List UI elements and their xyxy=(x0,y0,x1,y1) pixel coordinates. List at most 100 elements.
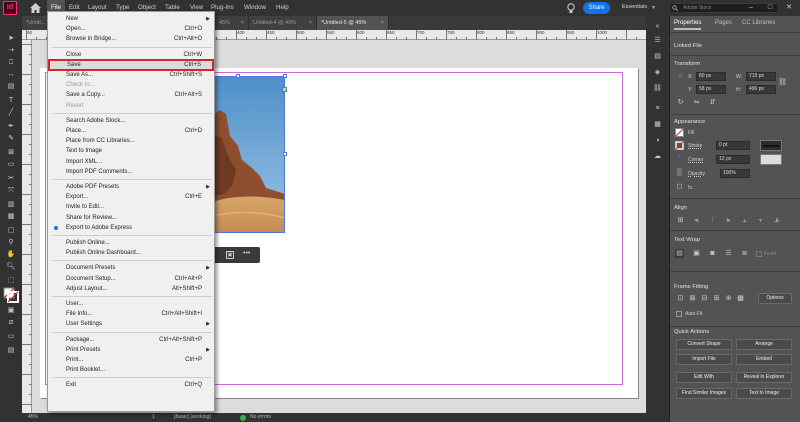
tab-untitled-3[interactable]: 45% × xyxy=(215,16,249,30)
menu-item-browse-in-bridge[interactable]: Browse in Bridge... Ctrl+Alt+O xyxy=(48,34,214,44)
frame-fit-icon[interactable]: ▣ xyxy=(226,251,234,259)
arrange-button[interactable]: Arrange xyxy=(736,339,792,350)
fit-frame-to-content-icon[interactable]: ⊟ xyxy=(700,294,709,303)
close-icon[interactable]: × xyxy=(381,16,384,30)
menu-item-text-to-image[interactable]: Text to Image xyxy=(48,146,214,156)
opacity-label[interactable]: Opacity xyxy=(688,171,705,177)
default-fill-stroke-icon[interactable]: ⬚ xyxy=(5,276,17,285)
constrain-proportions-icon[interactable]: ⛓ xyxy=(778,78,787,87)
menu-item-package[interactable]: Package... Ctrl+Alt+Shift+P xyxy=(48,335,214,345)
maximize-icon[interactable]: □ xyxy=(763,0,777,16)
menu-item-save-a-copy[interactable]: Save a Copy... Ctrl+Alt+S xyxy=(48,90,214,100)
close-icon[interactable]: × xyxy=(241,16,244,30)
menu-item-open[interactable]: Open... Ctrl+O xyxy=(48,24,214,34)
no-wrap-icon[interactable]: ▤ xyxy=(675,249,684,258)
more-options-icon[interactable]: ••• xyxy=(243,250,250,257)
import-file-button[interactable]: Import File xyxy=(676,354,732,365)
scissors-tool-icon[interactable]: ✂ xyxy=(5,174,17,183)
menu-item-file-info[interactable]: File Info... Ctrl+Alt+Shift+I xyxy=(48,309,214,319)
fill-none-icon[interactable] xyxy=(675,128,684,137)
menu-item-adjust-layout[interactable]: Adjust Layout... Alt+Shift+P xyxy=(48,284,214,294)
jump-next-column-icon[interactable]: ≣ xyxy=(740,249,749,258)
stroke-none-icon[interactable] xyxy=(675,141,684,150)
pages-panel-icon[interactable]: ▤ xyxy=(653,52,662,61)
x-field[interactable]: 80 px xyxy=(696,72,726,81)
tab-untitled-4[interactable]: Untitled-4 @ 45% × xyxy=(249,16,317,30)
menu-help[interactable]: Help xyxy=(276,0,289,16)
align-center-icon[interactable]: ⫶ xyxy=(708,216,717,225)
wrap-object-shape-icon[interactable]: ◙ xyxy=(708,249,717,258)
embed-button[interactable]: Embed xyxy=(736,354,792,365)
menu-item-place-from-cc-libraries[interactable]: Place from CC Libraries... xyxy=(48,136,214,146)
menu-item-print-booklet[interactable]: Print Booklet... xyxy=(48,365,214,375)
workspace-switcher[interactable]: Essentials xyxy=(622,0,647,16)
gradient-swatch-tool-icon[interactable]: ▥ xyxy=(5,200,17,209)
links-panel-icon[interactable]: ⛓ xyxy=(653,84,662,93)
convert-shape-button[interactable]: Convert Shape xyxy=(676,339,732,350)
rectangle-tool-icon[interactable]: ▭ xyxy=(5,160,17,169)
page-number[interactable]: 1 xyxy=(152,413,155,422)
live-corner-handle[interactable] xyxy=(282,87,287,92)
corner-size-field[interactable]: 12 px xyxy=(716,155,750,164)
fit-content-proportionally-icon[interactable]: ⊠ xyxy=(688,294,697,303)
close-icon[interactable]: ✕ xyxy=(782,0,796,16)
zoom-level[interactable]: 45% xyxy=(28,413,38,422)
menu-item-user-settings[interactable]: User Settings ▶ xyxy=(48,319,214,329)
align-to-icon[interactable]: ⊞ xyxy=(676,216,685,225)
vertical-ruler[interactable] xyxy=(22,40,32,413)
menu-item-import-xml[interactable]: Import XML... xyxy=(48,157,214,167)
direct-selection-tool-icon[interactable]: ⇢ xyxy=(5,46,17,55)
formatting-affects-container-icon[interactable]: ▣ xyxy=(5,306,17,315)
invert-checkbox[interactable] xyxy=(756,251,762,257)
type-tool-icon[interactable]: T xyxy=(5,96,17,105)
preflight-status[interactable]: No errors xyxy=(250,413,271,422)
find-similar-images-button[interactable]: Find Similar Images xyxy=(676,388,732,399)
menu-window[interactable]: Window xyxy=(244,0,266,16)
color-panel-icon[interactable]: ◑ xyxy=(653,136,662,145)
opacity-field[interactable]: 100% xyxy=(720,169,750,178)
stroke-type-dropdown[interactable] xyxy=(760,140,782,151)
close-icon[interactable]: × xyxy=(309,16,312,30)
menu-item-close[interactable]: Close Ctrl+W xyxy=(48,50,214,60)
selection-tool-icon[interactable]: ➤ xyxy=(5,34,17,43)
menu-item-save-as[interactable]: Save As... Ctrl+Shift+S xyxy=(48,70,214,80)
menu-item-adobe-pdf-presets[interactable]: Adobe PDF Presets ▶ xyxy=(48,182,214,192)
zoom-tool-icon[interactable]: 🔍︎ xyxy=(5,262,17,271)
pencil-tool-icon[interactable]: ✎ xyxy=(5,134,17,143)
flip-vertical-icon[interactable]: ⇵ xyxy=(708,98,717,107)
frame-handle-right[interactable] xyxy=(283,152,287,156)
menu-item-document-setup[interactable]: Document Setup... Ctrl+Alt+P xyxy=(48,274,214,284)
menu-item-publish-online-dashboard[interactable]: Publish Online Dashboard... xyxy=(48,248,214,258)
w-field[interactable]: 719 px xyxy=(746,72,776,81)
align-left-icon[interactable]: ⫷ xyxy=(692,216,701,225)
pen-tool-icon[interactable]: ✒ xyxy=(5,122,17,131)
align-top-icon[interactable]: ⫠ xyxy=(740,216,749,225)
minimize-icon[interactable]: – xyxy=(744,0,758,16)
gap-tool-icon[interactable]: ↔ xyxy=(5,70,17,79)
content-collector-icon[interactable]: ▤ xyxy=(5,82,17,91)
swatches-panel-icon[interactable]: ▦ xyxy=(653,120,662,129)
screen-mode-icon[interactable]: ▭ xyxy=(5,332,17,341)
align-middle-icon[interactable]: ⫟ xyxy=(756,216,765,225)
image-frame[interactable] xyxy=(212,76,285,233)
tab-pages[interactable]: Pages xyxy=(715,16,732,30)
corner-shape-dropdown[interactable] xyxy=(760,154,782,165)
menu-item-publish-online[interactable]: Publish Online... xyxy=(48,238,214,248)
frame-handle-top-right[interactable] xyxy=(283,74,287,78)
h-field[interactable]: 490 px xyxy=(746,85,776,94)
tab-properties[interactable]: Properties xyxy=(674,16,702,30)
menu-item-document-presets[interactable]: Document Presets ▶ xyxy=(48,263,214,273)
screen-mode-preview-icon[interactable]: ▤ xyxy=(5,346,17,355)
corner-label[interactable]: Corner xyxy=(688,157,703,163)
menu-item-share-for-review[interactable]: Share for Review... xyxy=(48,213,214,223)
menu-item-print-presets[interactable]: Print Presets ▶ xyxy=(48,345,214,355)
tab-untitled-5[interactable]: *Untitled-5 @ 45% × xyxy=(317,16,389,30)
hand-tool-icon[interactable]: ✋ xyxy=(5,250,17,259)
align-right-icon[interactable]: ⫸ xyxy=(724,216,733,225)
reference-point-icon[interactable]: ⁙ xyxy=(676,72,685,81)
stroke-label[interactable]: Stroke xyxy=(688,143,702,149)
cc-libraries-panel-icon[interactable]: ☁ xyxy=(653,152,662,161)
layers-panel-icon[interactable]: ◈ xyxy=(653,68,662,77)
properties-panel-icon[interactable]: ☰ xyxy=(653,36,662,45)
note-tool-icon[interactable]: ▢ xyxy=(5,226,17,235)
